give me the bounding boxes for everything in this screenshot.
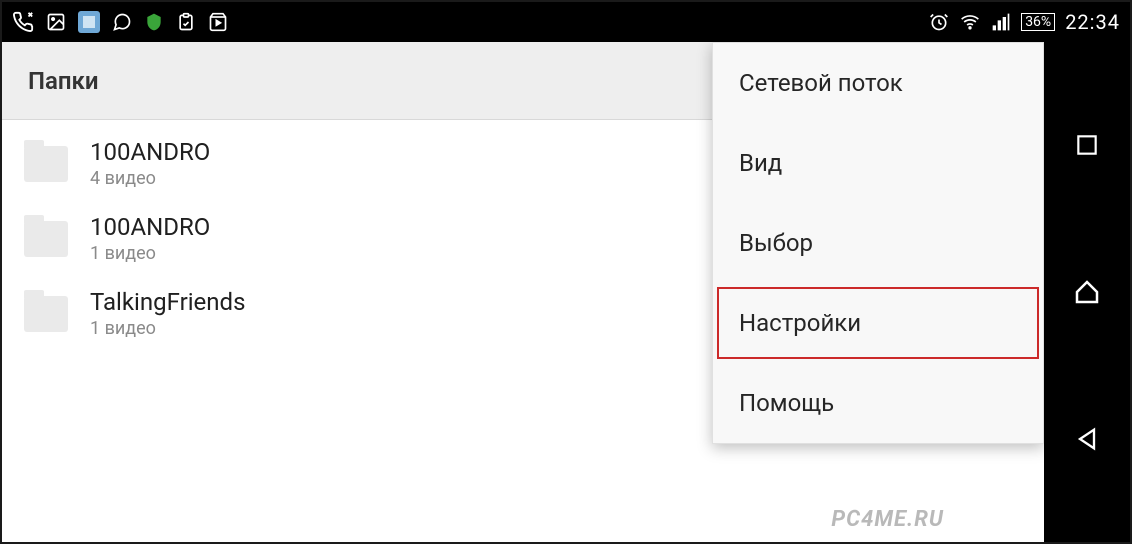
menu-item-settings[interactable]: Настройки [713,283,1043,363]
menu-item-network-stream[interactable]: Сетевой поток [713,43,1043,123]
folder-icon [24,296,68,332]
signal-icon [991,12,1011,32]
recent-apps-button[interactable] [1067,125,1107,165]
folder-name: 100ANDRO [90,138,210,166]
shield-icon [144,12,164,32]
missed-call-icon [12,11,34,33]
device-frame: 36% 22:34 Папки 100ANDRO 4 видео 100ANDR… [0,0,1132,544]
page-title: Папки [28,67,99,95]
menu-item-select[interactable]: Выбор [713,203,1043,283]
folder-icon [24,221,68,257]
image-icon [46,12,66,32]
menu-item-help[interactable]: Помощь [713,363,1043,443]
battery-indicator: 36% [1021,13,1055,31]
overflow-menu: Сетевой поток Вид Выбор Настройки Помощь [712,42,1044,444]
status-right: 36% 22:34 [929,10,1120,34]
back-button[interactable] [1067,419,1107,459]
alarm-icon [929,12,949,32]
app-icon-1 [78,11,100,33]
folder-name: 100ANDRO [90,213,210,241]
folder-subtitle: 1 видео [90,243,210,264]
app-content: Папки 100ANDRO 4 видео 100ANDRO 1 видео [2,42,1044,542]
folder-icon [24,146,68,182]
battery-text: 36% [1025,14,1051,30]
status-bar: 36% 22:34 [2,2,1130,42]
watermark: PC4ME.RU [831,507,944,532]
clipboard-icon [176,12,196,32]
wifi-icon [959,12,981,32]
chat-icon [112,12,132,32]
folder-subtitle: 4 видео [90,168,210,189]
folder-name: TalkingFriends [90,288,245,316]
menu-item-view[interactable]: Вид [713,123,1043,203]
clock: 22:34 [1065,10,1120,34]
nav-bar [1044,42,1130,542]
shopping-bag-icon [208,12,228,32]
status-left-icons [12,11,228,33]
home-button[interactable] [1067,272,1107,312]
folder-subtitle: 1 видео [90,318,245,339]
